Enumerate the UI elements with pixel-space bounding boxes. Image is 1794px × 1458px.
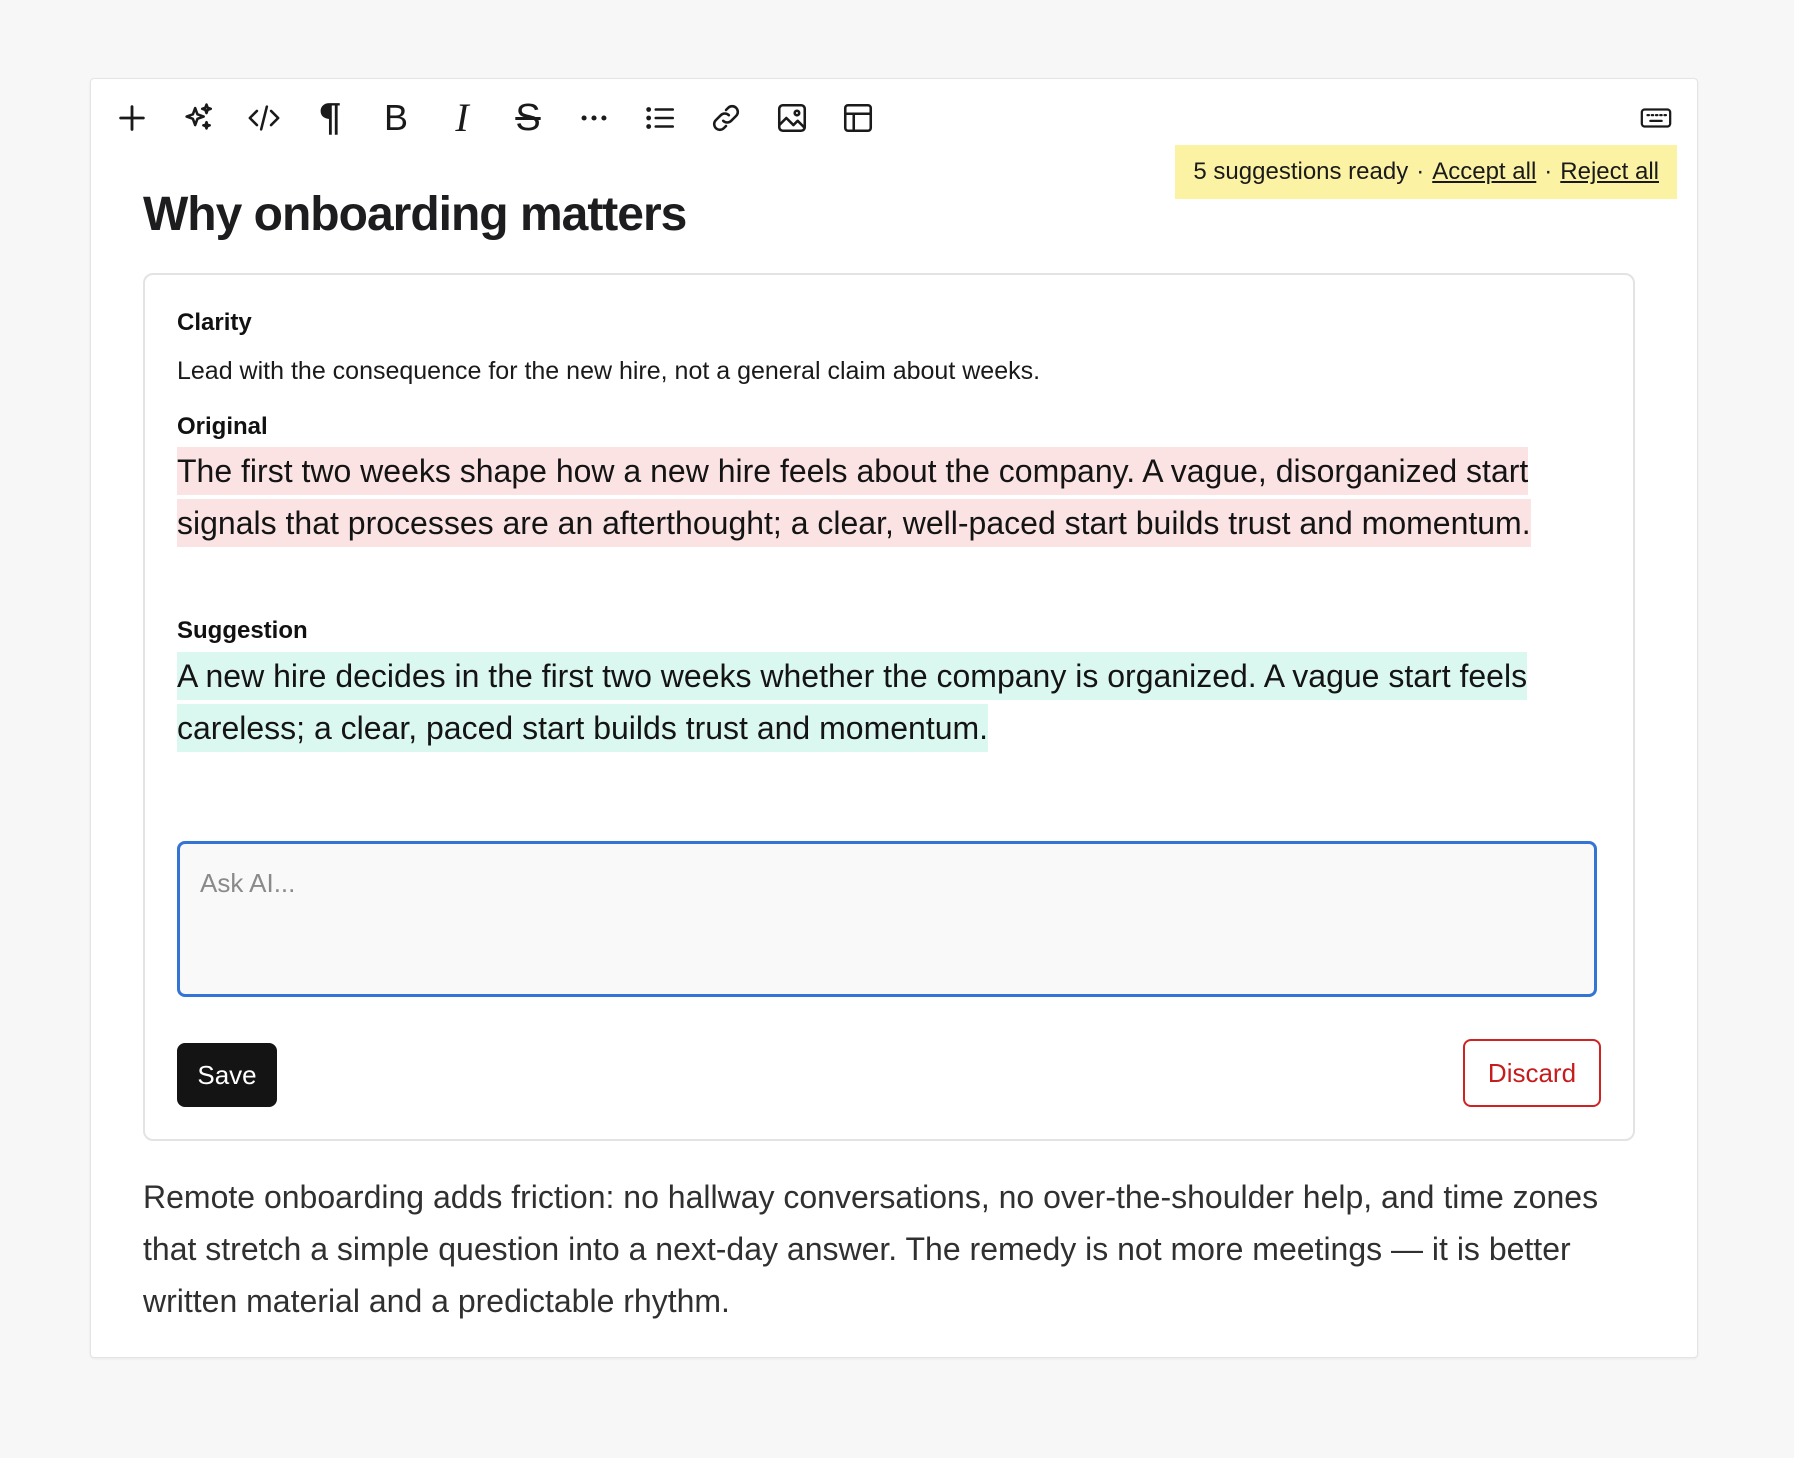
- suggestion-text: A new hire decides in the first two week…: [177, 652, 1528, 752]
- reject-all-link[interactable]: Reject all: [1560, 158, 1659, 186]
- table-icon[interactable]: [835, 95, 881, 141]
- save-button[interactable]: Save: [177, 1043, 277, 1107]
- image-icon[interactable]: [769, 95, 815, 141]
- original-label: Original: [177, 413, 268, 440]
- suggestions-banner: 5 suggestions ready · Accept all · Rejec…: [1175, 145, 1677, 199]
- suggestions-status: 5 suggestions ready: [1193, 158, 1409, 185]
- suggestion-text-block: A new hire decides in the first two week…: [177, 650, 1597, 754]
- separator: ·: [1416, 158, 1425, 185]
- strikethrough-icon[interactable]: S: [505, 95, 551, 141]
- ask-ai-input[interactable]: [177, 841, 1597, 997]
- document-title[interactable]: Why onboarding matters: [143, 187, 687, 242]
- original-text-block: The first two weeks shape how a new hire…: [177, 445, 1597, 549]
- accept-all-link[interactable]: Accept all: [1432, 158, 1536, 186]
- category-description: Lead with the consequence for the new hi…: [177, 357, 1041, 385]
- strikethrough-glyph: S: [515, 97, 541, 139]
- editor: ¶ B I S 5 suggestions ready · Accept all…: [90, 78, 1698, 1358]
- suggestion-card: Clarity Lead with the consequence for th…: [143, 273, 1635, 1141]
- italic-glyph: I: [455, 95, 469, 140]
- list-icon[interactable]: [637, 95, 683, 141]
- discard-button[interactable]: Discard: [1463, 1039, 1601, 1107]
- italic-icon[interactable]: I: [439, 95, 485, 141]
- bold-icon[interactable]: B: [373, 95, 419, 141]
- bold-glyph: B: [383, 97, 408, 138]
- link-icon[interactable]: [703, 95, 749, 141]
- paragraph-icon[interactable]: ¶: [307, 95, 353, 141]
- code-icon[interactable]: [241, 95, 287, 141]
- original-text: The first two weeks shape how a new hire…: [177, 447, 1531, 547]
- suggestion-label: Suggestion: [177, 617, 308, 644]
- body-paragraph[interactable]: Remote onboarding adds friction: no hall…: [143, 1171, 1653, 1327]
- plus-icon[interactable]: [109, 95, 155, 141]
- paragraph-glyph: ¶: [317, 95, 343, 140]
- more-icon[interactable]: [571, 95, 617, 141]
- keyboard-icon[interactable]: [1633, 95, 1679, 141]
- category-label: Clarity: [177, 309, 252, 336]
- sparkles-icon[interactable]: [175, 95, 221, 141]
- separator: ·: [1544, 158, 1553, 185]
